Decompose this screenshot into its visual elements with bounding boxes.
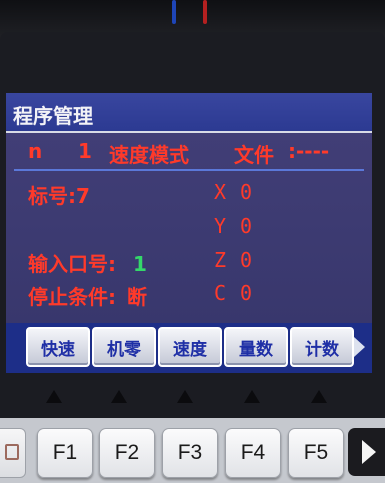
more-softkeys-icon[interactable] [354,337,365,357]
stop-condition-label: 停止条件: [28,285,116,309]
status-line: n 1 速度模式 文件 :---- [6,136,372,167]
f5-indicator-icon [311,390,327,403]
f1-key[interactable]: F1 [37,428,93,478]
label-number-text: 标号:7 [28,184,90,208]
axis-y: Y0 [214,214,252,238]
program-n-label: n [28,139,43,163]
title-bar: 程序管理 [6,93,372,133]
axis-z: Z0 [214,248,252,272]
softkey-quantity[interactable]: 量数 [224,327,288,367]
red-wire [203,0,207,24]
f2-indicator-icon [111,390,127,403]
softkey-bar: 快速 机零 速度 量数 计数 [6,323,372,373]
stop-condition-value: 断 [126,285,147,309]
axis-x-value: 0 [240,180,253,204]
file-label: 文件 [234,143,274,167]
axis-y-label: Y [214,214,227,238]
side-key[interactable] [0,428,26,478]
axis-z-value: 0 [240,248,253,272]
f4-indicator-icon [244,390,260,403]
blue-wire [172,0,176,24]
f2-key[interactable]: F2 [99,428,155,478]
next-key[interactable] [348,428,385,476]
softkey-speed[interactable]: 速度 [158,327,222,367]
axis-c: C0 [214,281,252,305]
input-port-label: 输入口号: [28,252,116,276]
input-port-field: 输入口号: 1 [28,248,147,277]
axis-c-label: C [214,281,227,305]
f3-indicator-icon [177,390,193,403]
axis-x-label: X [214,180,227,204]
file-value: :---- [288,139,330,163]
f4-key[interactable]: F4 [225,428,281,478]
f5-key[interactable]: F5 [288,428,344,478]
softkey-count[interactable]: 计数 [290,327,354,367]
divider [14,169,364,171]
page-title: 程序管理 [13,104,93,128]
axis-x: X0 [214,180,252,204]
axis-y-value: 0 [240,214,253,238]
input-port-value: 1 [132,252,147,276]
softkey-machine-zero[interactable]: 机零 [92,327,156,367]
square-icon [5,444,19,460]
f1-indicator-icon [46,390,62,403]
play-icon [362,440,376,464]
f3-key[interactable]: F3 [162,428,218,478]
lcd-screen: 程序管理 n 1 速度模式 文件 :---- 标号:7 输入口号: 1 停止条件… [6,93,372,373]
program-n-value: 1 [78,139,92,163]
label-number: 标号:7 [28,180,90,209]
stop-condition-field: 停止条件: 断 [28,281,147,310]
softkey-rapid[interactable]: 快速 [26,327,90,367]
axis-c-value: 0 [240,281,253,305]
axis-z-label: Z [214,248,227,272]
mode-label: 速度模式 [109,143,189,167]
